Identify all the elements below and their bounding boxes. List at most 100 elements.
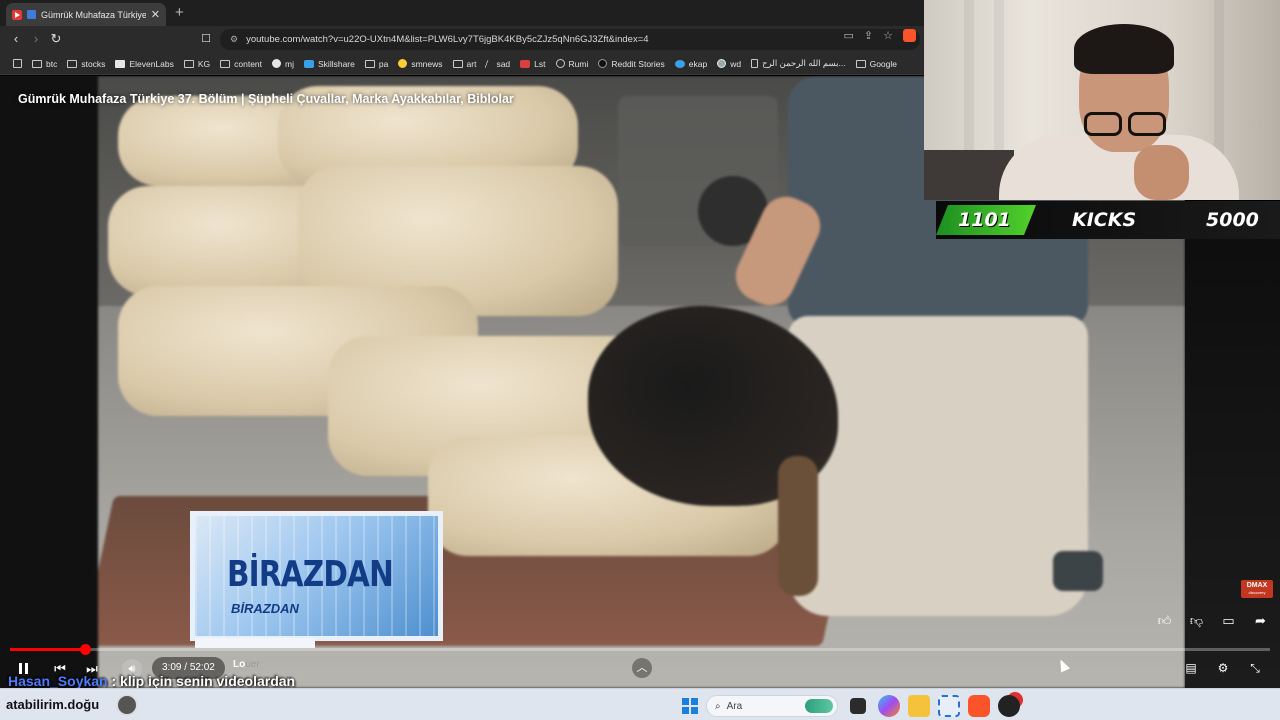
overlay-subtitle: BİRAZDAN — [231, 601, 299, 616]
browser-tabstrip: Gümrük Muhafaza Türkiye 37 ✕ + — [0, 0, 924, 26]
time-separator: / — [181, 662, 190, 673]
bookmark-pa[interactable]: pa — [360, 59, 393, 69]
dislike-icon[interactable]: 👎︎ — [1187, 612, 1206, 630]
bookmark-content[interactable]: content — [215, 59, 267, 69]
bookmark-wd[interactable]: wd — [712, 59, 746, 69]
github-icon — [272, 59, 282, 68]
bookmark-label: KG — [197, 58, 211, 69]
reload-icon[interactable]: ↻ — [48, 31, 64, 47]
bookmark-rumi[interactable]: Rumi — [551, 59, 594, 69]
taskbar: atabilirim.doğu ⌕ Ara — [0, 688, 1280, 720]
bookmark-smnews[interactable]: smnews — [393, 59, 447, 69]
kicks-count: 1101 — [958, 209, 1011, 231]
bookmark-google[interactable]: Google — [851, 59, 902, 69]
progress-scrubber[interactable] — [79, 644, 91, 655]
bookmark-kg[interactable]: KG — [179, 59, 215, 69]
bookmark-art[interactable]: art — [448, 59, 482, 69]
tab-youtube[interactable]: Gümrük Muhafaza Türkiye 37 ✕ — [6, 3, 166, 26]
brave-browser-icon[interactable] — [968, 695, 990, 717]
subtitles-icon[interactable]: ▤ — [1182, 659, 1200, 677]
bookmark-reddit-stories[interactable]: Reddit Stories — [593, 59, 669, 69]
site-settings-icon[interactable]: ⚙ — [230, 34, 238, 45]
like-icon[interactable]: 👍︎ — [1155, 612, 1174, 630]
duration: 52:02 — [189, 662, 215, 673]
elevenlabs-icon — [115, 59, 126, 68]
snipping-tool-icon[interactable] — [938, 695, 960, 717]
bookmark-label: btc — [46, 58, 58, 69]
bookmark-star-icon[interactable]: ☆ — [883, 29, 893, 42]
taskbar-icons: ⌕ Ara — [682, 695, 1020, 717]
obs-icon[interactable] — [998, 695, 1020, 717]
progress-bar[interactable] — [10, 644, 1270, 655]
bookmark-label: stocks — [81, 58, 106, 69]
bookmark-label: Lst — [534, 58, 546, 69]
globe-icon — [555, 59, 565, 68]
bookmark-skillshare[interactable]: Skillshare — [299, 59, 360, 69]
chapter-faded: uer — [245, 659, 260, 670]
bookmark-label: ekap — [688, 58, 708, 69]
tab-close-icon[interactable]: ✕ — [151, 8, 160, 21]
bookmark-mj[interactable]: mj — [267, 59, 299, 69]
kicks-goal: 5000 — [1206, 209, 1259, 231]
chevron-up-icon[interactable]: ︿ — [632, 658, 652, 678]
folder-icon — [220, 59, 231, 68]
share-icon[interactable]: ⇪ — [864, 29, 873, 42]
dog-leg — [778, 456, 818, 596]
brave-shield-icon[interactable] — [903, 29, 916, 42]
url-field[interactable]: ⚙ youtube.com/watch?v=u22O-UXtn4M&list=P… — [220, 29, 920, 50]
file-explorer-icon[interactable] — [908, 695, 930, 717]
folder-icon — [183, 59, 194, 68]
chapter-prefix: Lo — [233, 659, 246, 670]
bookmark-lst[interactable]: Lst — [515, 59, 550, 69]
bookmark-btc[interactable]: btc — [27, 59, 62, 69]
bookmark-sad[interactable]: sad — [481, 59, 515, 69]
wd-icon — [717, 59, 727, 68]
apps-icon[interactable] — [8, 59, 27, 68]
bookmark-label: Skillshare — [318, 58, 355, 69]
folder-icon — [67, 59, 78, 68]
bookmark-label: content — [234, 58, 263, 69]
bookmark-label: pa — [378, 58, 389, 69]
chat-username: Hasan_Soykan — [8, 673, 108, 689]
windows-start-icon[interactable] — [682, 698, 698, 714]
screen: Gümrük Muhafaza Türkiye 37 ✕ + ‹ › ↻ ☐ ⚙… — [0, 0, 1280, 720]
url-text: youtube.com/watch?v=u22O-UXtn4M&list=PLW… — [246, 34, 649, 45]
bookmark-stocks[interactable]: stocks — [62, 59, 110, 69]
new-tab-button[interactable]: + — [175, 4, 184, 21]
chat-message: Hasan_Soykan : klip için senin videolard… — [8, 673, 295, 689]
glasses — [1084, 112, 1168, 138]
bookmark-bismillah[interactable]: بسم الله الرحمن الرح... — [746, 58, 851, 69]
settings-gear-icon[interactable]: ⚙ — [1214, 659, 1232, 677]
person-legs — [788, 316, 1088, 616]
streamer-hand — [1134, 145, 1189, 200]
bookmarks-bar: btc stocks ElevenLabs KG content mj Skil… — [0, 53, 924, 75]
avatar — [116, 694, 138, 716]
chapter-label[interactable]: Louer — [233, 659, 260, 670]
task-view-icon[interactable] — [850, 698, 866, 714]
forward-icon[interactable]: › — [28, 31, 44, 47]
bookmark-label: art — [466, 58, 477, 69]
bookmark-ekap[interactable]: ekap — [670, 59, 712, 69]
youtube-icon — [12, 9, 22, 20]
bookmark-label: smnews — [411, 58, 443, 69]
bookmark-icon[interactable]: ☐ — [198, 31, 214, 47]
d-icon — [598, 59, 608, 68]
search-icon: ⌕ — [715, 700, 721, 712]
kicks-label: KICKS — [1072, 209, 1137, 231]
copilot-icon[interactable] — [878, 695, 900, 717]
cast-icon[interactable]: ▭ — [844, 29, 854, 42]
comment-icon[interactable]: ▭ — [1219, 612, 1238, 630]
bookmark-elevenlabs[interactable]: ElevenLabs — [110, 59, 178, 69]
tab-extension-icon — [27, 10, 36, 19]
smiley-icon — [398, 59, 408, 68]
search-highlight-image — [805, 699, 833, 713]
exit-fullscreen-icon[interactable]: ⤡ — [1246, 659, 1264, 677]
taskbar-search[interactable]: ⌕ Ara — [706, 695, 838, 717]
slash-icon — [484, 59, 494, 68]
s-icon — [520, 59, 531, 68]
bookmark-label: ElevenLabs — [129, 58, 174, 69]
video-title[interactable]: Gümrük Muhafaza Türkiye 37. Bölüm | Şüph… — [18, 92, 514, 106]
back-icon[interactable]: ‹ — [8, 31, 24, 47]
bookmark-label: mj — [285, 58, 295, 69]
share-icon[interactable]: ➦ — [1251, 612, 1270, 630]
